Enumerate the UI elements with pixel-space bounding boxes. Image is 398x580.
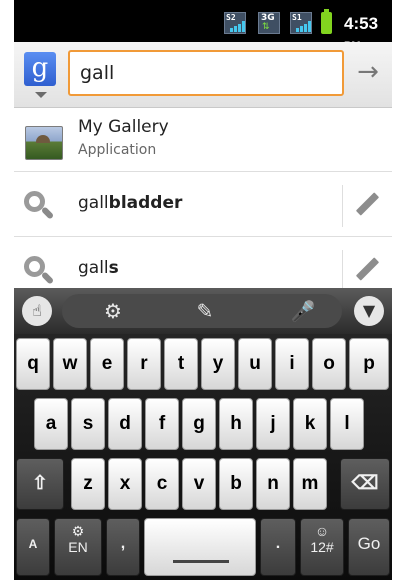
key-p[interactable]: p (349, 338, 389, 390)
keyboard-toolbar: ☝ ⚙ ✎ 🎤 ▼ (14, 288, 392, 334)
key-i[interactable]: i (275, 338, 309, 390)
key-k[interactable]: k (293, 398, 327, 450)
edit-pencil-icon[interactable] (354, 258, 380, 284)
text-mode-key[interactable]: A (16, 518, 50, 576)
language-key[interactable]: ⚙ EN (54, 518, 102, 576)
key-o[interactable]: o (312, 338, 346, 390)
suggestion-query-row[interactable]: gallbladder (14, 173, 392, 237)
device-screen: S2 3G ⇅ S1 4:53 PM g → My Gallery Applic… (14, 0, 392, 580)
suggestion-app-my-gallery[interactable]: My Gallery Application (14, 108, 392, 172)
search-icon (22, 189, 56, 223)
key-s[interactable]: s (71, 398, 105, 450)
key-h[interactable]: h (219, 398, 253, 450)
shift-key[interactable]: ⇧ (16, 458, 64, 510)
signal-icon-s2: S2 (224, 12, 246, 34)
key-b[interactable]: b (219, 458, 253, 510)
edit-pencil-icon[interactable] (354, 193, 380, 219)
key-l[interactable]: l (330, 398, 364, 450)
settings-gear-icon[interactable]: ⚙ (96, 294, 130, 328)
key-v[interactable]: v (182, 458, 216, 510)
key-m[interactable]: m (293, 458, 327, 510)
status-bar: S2 3G ⇅ S1 4:53 PM (14, 0, 392, 52)
key-j[interactable]: j (256, 398, 290, 450)
edit-text-icon[interactable]: ✎ (188, 294, 222, 328)
key-z[interactable]: z (71, 458, 105, 510)
suggestion-list: My Gallery Application gallbladder galls (14, 108, 392, 288)
suggestion-text: galls (78, 258, 119, 278)
key-a[interactable]: a (34, 398, 68, 450)
period-key[interactable]: . (260, 518, 296, 576)
key-f[interactable]: f (145, 398, 179, 450)
app-subtitle: Application (78, 142, 157, 158)
key-g[interactable]: g (182, 398, 216, 450)
suggestion-query-row[interactable]: galls (14, 238, 392, 288)
key-e[interactable]: e (90, 338, 124, 390)
key-d[interactable]: d (108, 398, 142, 450)
network-3g-icon: 3G ⇅ (258, 12, 280, 34)
app-title: My Gallery (78, 117, 169, 137)
key-x[interactable]: x (108, 458, 142, 510)
emoji-key[interactable]: ☺ 12# (300, 518, 344, 576)
google-logo-icon[interactable]: g (24, 52, 56, 86)
key-row-2: a s d f g h j k l (14, 394, 392, 452)
gallery-app-icon (25, 126, 63, 160)
key-row-1: q w e r t y u i o p (14, 334, 392, 392)
keyboard: ☝ ⚙ ✎ 🎤 ▼ q w e r t y u i o p a s d f g (14, 288, 392, 580)
suggestion-text: gallbladder (78, 193, 183, 213)
go-key[interactable]: Go (348, 518, 390, 576)
signal-icon-s1: S1 (290, 12, 312, 34)
key-t[interactable]: t (164, 338, 198, 390)
space-key[interactable] (144, 518, 256, 576)
search-icon (22, 254, 56, 288)
key-row-bottom: A ⚙ EN , . ☺ 12# Go (14, 514, 392, 580)
hand-icon[interactable]: ☝ (22, 296, 52, 326)
comma-key[interactable]: , (106, 518, 140, 576)
key-w[interactable]: w (53, 338, 87, 390)
chevron-down-icon[interactable] (35, 92, 47, 98)
search-input[interactable] (68, 50, 344, 96)
key-u[interactable]: u (238, 338, 272, 390)
battery-icon (321, 9, 332, 34)
key-c[interactable]: c (145, 458, 179, 510)
key-n[interactable]: n (256, 458, 290, 510)
key-r[interactable]: r (127, 338, 161, 390)
backspace-icon[interactable]: ⌫ (340, 458, 390, 510)
key-q[interactable]: q (16, 338, 50, 390)
search-bar: g → (14, 42, 392, 108)
key-y[interactable]: y (201, 338, 235, 390)
row-divider (342, 185, 343, 227)
microphone-icon[interactable]: 🎤 (286, 294, 320, 328)
arrow-right-icon[interactable]: → (350, 52, 386, 94)
key-row-3: ⇧ z x c v b n m ⌫ (14, 454, 392, 512)
chevron-down-icon[interactable]: ▼ (354, 296, 384, 326)
row-divider (342, 250, 343, 288)
